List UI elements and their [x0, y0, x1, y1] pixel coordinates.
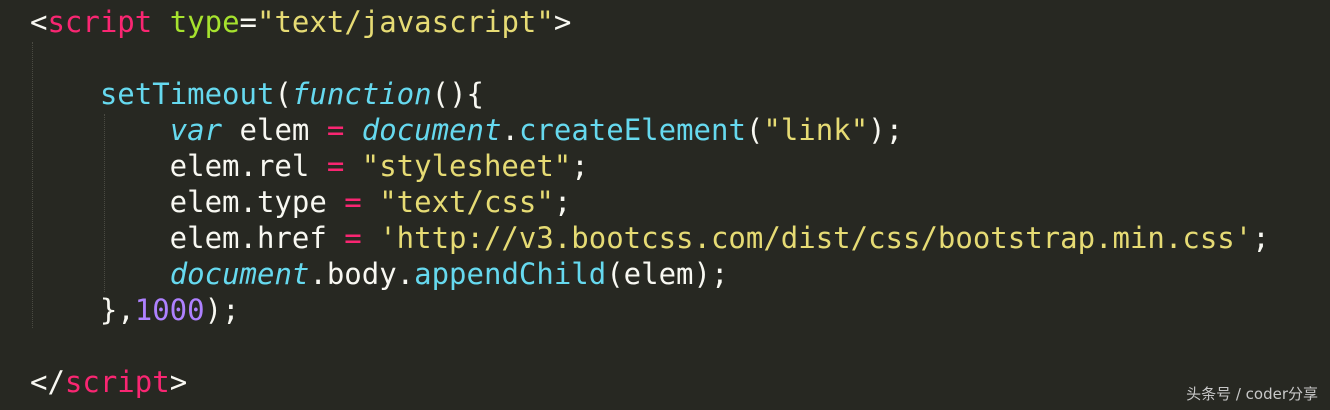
code-token: var	[169, 113, 223, 147]
code-token: "link"	[763, 113, 869, 147]
code-token: >	[169, 365, 188, 399]
code-line: elem.href = 'http://v3.bootcss.com/dist/…	[30, 220, 1270, 256]
code-token: function	[291, 77, 432, 111]
code-token: .	[501, 113, 519, 147]
code-token: );	[868, 113, 904, 147]
code-token: );	[204, 293, 240, 327]
code-line: },1000);	[30, 292, 240, 328]
code-editor: <script type="text/javascript"> setTimeo…	[0, 0, 1330, 410]
code-line: <script type="text/javascript">	[30, 4, 571, 40]
code-line: elem.type = "text/css";	[30, 184, 572, 220]
code-line: </script>	[30, 364, 187, 400]
code-token: document	[361, 113, 502, 147]
code-token: ;	[571, 149, 589, 183]
code-token: script	[47, 5, 153, 39]
code-token: =	[344, 221, 362, 255]
code-token: document	[169, 257, 310, 291]
code-token: elem.rel	[30, 149, 327, 183]
code-token: setTimeout	[99, 77, 275, 111]
code-token: ;	[1252, 221, 1270, 255]
code-token: elem	[222, 113, 327, 147]
code-token: (	[274, 77, 292, 111]
code-token: elem.type	[30, 185, 345, 219]
code-token: (	[745, 113, 764, 147]
code-token: elem.href	[30, 221, 345, 255]
code-token: </	[30, 365, 65, 399]
code-line: elem.rel = "stylesheet";	[30, 148, 589, 184]
code-token: (){	[431, 77, 484, 111]
code-token: <	[30, 5, 48, 39]
code-token: "stylesheet"	[361, 149, 572, 183]
code-token: type	[169, 5, 240, 39]
watermark-text: 头条号 / coder分享	[1186, 385, 1318, 403]
code-line: document.body.appendChild(elem);	[30, 256, 729, 292]
code-line: var elem = document.createElement("link"…	[30, 112, 903, 148]
code-token: "text/css"	[379, 185, 554, 219]
code-token: appendChild	[414, 257, 607, 291]
code-token: =	[344, 185, 362, 219]
code-token: =	[239, 5, 258, 39]
code-token: script	[64, 365, 170, 399]
code-token: .body.	[309, 257, 415, 291]
code-token: (elem);	[606, 257, 729, 291]
code-token: >	[553, 5, 572, 39]
code-line: setTimeout(function(){	[30, 76, 484, 112]
code-token: =	[326, 113, 345, 147]
code-token: ;	[553, 185, 572, 219]
code-token: 1000	[134, 293, 205, 327]
code-token: createElement	[518, 113, 746, 147]
code-token: "text/javascript"	[257, 5, 554, 39]
code-token: 'http://v3.bootcss.com/dist/css/bootstra…	[379, 221, 1253, 255]
code-token: },	[30, 293, 135, 327]
code-token: =	[326, 149, 345, 183]
